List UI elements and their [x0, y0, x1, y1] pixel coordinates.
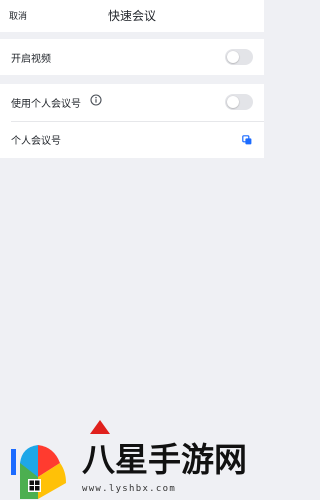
page-title: 快速会议 — [107, 9, 156, 23]
pmi-number-label: 个人会议号 — [11, 136, 61, 147]
watermark-logo — [11, 445, 66, 499]
video-setting-label: 开启视频 — [11, 54, 51, 65]
pmi-setting-row: 使用个人会议号 — [0, 84, 264, 120]
toggle-knob — [227, 96, 239, 108]
toggle-knob — [227, 51, 239, 63]
pmi-settings-card: 使用个人会议号 个人会议号 — [0, 84, 264, 158]
pmi-setting-label: 使用个人会议号 — [11, 99, 81, 110]
copy-icon[interactable] — [242, 135, 252, 145]
watermark-title: 八星手游网 — [82, 440, 247, 479]
info-circle-icon[interactable] — [90, 94, 102, 106]
video-setting-row: 开启视频 — [0, 39, 264, 75]
nav-bar: 取消 快速会议 — [0, 0, 264, 32]
watermark-arrow-icon — [90, 420, 110, 434]
watermark-url: www.lyshbx.com — [82, 484, 177, 494]
video-toggle[interactable] — [225, 49, 253, 65]
pmi-number-row: 个人会议号 — [0, 122, 264, 158]
video-settings-card: 开启视频 — [0, 39, 264, 75]
pmi-toggle[interactable] — [225, 94, 253, 110]
